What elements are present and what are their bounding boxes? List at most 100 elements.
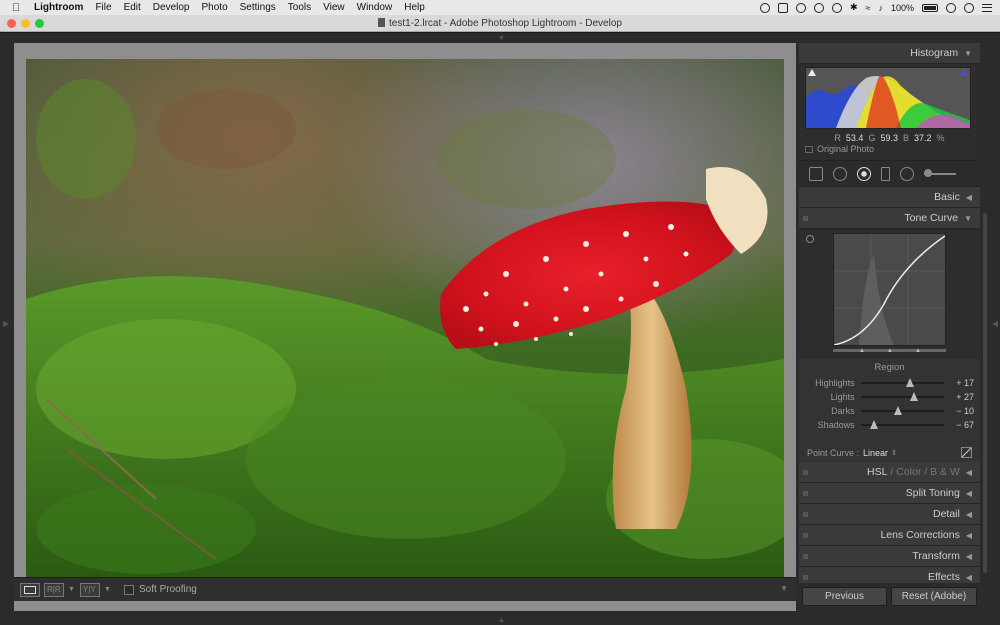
point-curve-dropdown-icon[interactable]: ⇕ xyxy=(891,449,897,457)
highlights-slider-thumb[interactable] xyxy=(905,378,914,387)
detail-header[interactable]: Detail ◀ xyxy=(799,504,980,525)
lights-slider-thumb[interactable] xyxy=(909,392,918,401)
original-photo-checkbox[interactable] xyxy=(805,145,813,153)
left-panel-toggle-icon[interactable]: ▶ xyxy=(3,319,9,328)
radial-filter-icon[interactable] xyxy=(900,166,914,181)
histogram-graph[interactable] xyxy=(805,67,971,129)
before-after-button[interactable]: Y|Y xyxy=(80,582,100,597)
menu-view[interactable]: View xyxy=(323,2,345,13)
before-after-dropdown-icon[interactable]: ▼ xyxy=(104,586,111,593)
menu-window[interactable]: Window xyxy=(357,2,393,13)
panel-switch-icon[interactable] xyxy=(803,554,808,559)
right-panel: Histogram ▼ R 53.4 G 59.3 B 37.2% Origin… xyxy=(799,43,980,583)
panel-switch-icon[interactable] xyxy=(803,575,808,580)
expand-icon: ◀ xyxy=(965,488,972,498)
expand-icon: ◀ xyxy=(965,572,972,582)
menu-develop[interactable]: Develop xyxy=(153,2,190,13)
expand-icon: ◀ xyxy=(965,509,972,519)
original-photo-row[interactable]: Original Photo xyxy=(805,144,874,154)
highlights-slider-row: Highlights + 17 xyxy=(815,378,974,388)
menu-edit[interactable]: Edit xyxy=(124,2,141,13)
apple-icon[interactable]:  xyxy=(12,2,24,14)
compare-view-dropdown-icon[interactable]: ▼ xyxy=(68,586,75,593)
split-point-handle-1[interactable]: ▲ xyxy=(859,348,865,354)
adjustment-brush-icon[interactable] xyxy=(924,168,956,177)
histogram-readout: R 53.4 G 59.3 B 37.2% xyxy=(834,133,945,143)
darks-slider[interactable] xyxy=(860,406,945,415)
soft-proofing-checkbox[interactable] xyxy=(124,584,134,595)
shield-icon[interactable] xyxy=(777,2,788,13)
menu-help[interactable]: Help xyxy=(404,2,425,13)
shadows-slider-thumb[interactable] xyxy=(870,420,879,429)
photo-preview[interactable] xyxy=(26,59,784,579)
reset-button[interactable]: Reset (Adobe) xyxy=(891,587,977,606)
panel-switch-icon[interactable] xyxy=(803,512,808,517)
histogram-chart xyxy=(806,74,970,128)
menu-tools[interactable]: Tools xyxy=(288,2,311,13)
darks-slider-thumb[interactable] xyxy=(894,406,903,415)
menu-photo[interactable]: Photo xyxy=(202,2,228,13)
menu-settings[interactable]: Settings xyxy=(240,2,276,13)
split-toning-header[interactable]: Split Toning ◀ xyxy=(799,483,980,504)
point-curve-row: Point Curve : Linear ⇕ xyxy=(799,444,980,462)
tone-curve-graph-area: ▲ ▲ ▲ xyxy=(799,229,980,359)
user-icon[interactable] xyxy=(813,2,824,13)
soft-proofing-label: Soft Proofing xyxy=(139,584,197,595)
menu-lightroom[interactable]: Lightroom xyxy=(34,2,83,13)
crop-tool-icon[interactable] xyxy=(809,166,823,181)
split-point-handle-2[interactable]: ▲ xyxy=(887,348,893,354)
tool-strip xyxy=(799,160,980,187)
menu-file[interactable]: File xyxy=(95,2,111,13)
split-point-handle-3[interactable]: ▲ xyxy=(915,348,921,354)
histogram-header[interactable]: Histogram ▼ xyxy=(799,43,980,64)
lights-slider[interactable] xyxy=(860,392,945,401)
volume-icon[interactable]: ♪ xyxy=(878,3,883,13)
graduated-filter-icon[interactable] xyxy=(881,166,890,181)
clock-icon[interactable] xyxy=(946,2,956,13)
shadows-slider-row: Shadows − 67 xyxy=(817,420,974,430)
panel-switch-icon[interactable] xyxy=(803,491,808,496)
effects-header[interactable]: Effects ◀ xyxy=(799,567,980,583)
menu-bar:  Lightroom File Edit Develop Photo Sett… xyxy=(0,0,1000,15)
filmstrip-toggle-icon[interactable]: ▲ xyxy=(498,617,505,624)
shadows-slider[interactable] xyxy=(860,420,945,429)
hsl-header[interactable]: HSL / Color / B & W ◀ xyxy=(799,462,980,483)
edit-point-curve-icon[interactable] xyxy=(961,447,972,458)
lens-corrections-header[interactable]: Lens Corrections ◀ xyxy=(799,525,980,546)
battery-icon[interactable] xyxy=(922,3,938,12)
wifi-icon[interactable]: ≈ xyxy=(866,3,871,13)
panel-switch-icon[interactable] xyxy=(803,533,808,538)
shadow-clipping-icon[interactable] xyxy=(808,69,816,76)
spotlight-icon[interactable] xyxy=(964,2,974,13)
window-title: test1-2.lrcat - Adobe Photoshop Lightroo… xyxy=(0,18,1000,29)
toolbar-options-icon[interactable]: ▼ xyxy=(780,584,788,593)
tone-curve-graph[interactable] xyxy=(833,233,946,346)
creative-cloud-icon[interactable] xyxy=(759,2,770,13)
loupe-view-button[interactable] xyxy=(20,582,40,597)
menu-lines-icon[interactable] xyxy=(982,3,992,12)
targeted-adjustment-icon[interactable] xyxy=(806,235,814,243)
right-panel-scrollbar[interactable] xyxy=(983,213,987,573)
top-panel-toggle-icon[interactable]: ▼ xyxy=(498,35,505,42)
red-eye-tool-icon[interactable] xyxy=(857,166,871,181)
region-sliders: Region Highlights + 17 Lights + 27 Darks… xyxy=(799,359,980,444)
expand-icon: ◀ xyxy=(965,551,972,561)
document-icon xyxy=(378,18,386,27)
basic-header[interactable]: Basic ◀ xyxy=(799,187,980,208)
compare-view-button[interactable]: R|R xyxy=(44,582,64,597)
right-panel-toggle-icon[interactable]: ◀ xyxy=(992,319,998,328)
previous-button[interactable]: Previous xyxy=(802,587,887,606)
highlight-clipping-icon[interactable] xyxy=(960,69,968,76)
cloud-icon[interactable] xyxy=(795,2,806,13)
bluetooth-icon[interactable]: ✱ xyxy=(850,2,858,13)
time-machine-icon[interactable] xyxy=(831,2,842,13)
point-curve-select[interactable]: Linear xyxy=(863,448,888,458)
panel-switch-icon[interactable] xyxy=(803,216,808,221)
transform-header[interactable]: Transform ◀ xyxy=(799,546,980,567)
develop-toolbar: R|R ▼ Y|Y ▼ Soft Proofing ▼ xyxy=(14,577,796,601)
panel-switch-icon[interactable] xyxy=(803,470,808,475)
histogram-panel: R 53.4 G 59.3 B 37.2% Original Photo xyxy=(799,64,980,160)
highlights-slider[interactable] xyxy=(860,378,945,387)
tone-curve-header[interactable]: Tone Curve ▼ xyxy=(799,208,980,229)
spot-removal-tool-icon[interactable] xyxy=(833,166,847,181)
